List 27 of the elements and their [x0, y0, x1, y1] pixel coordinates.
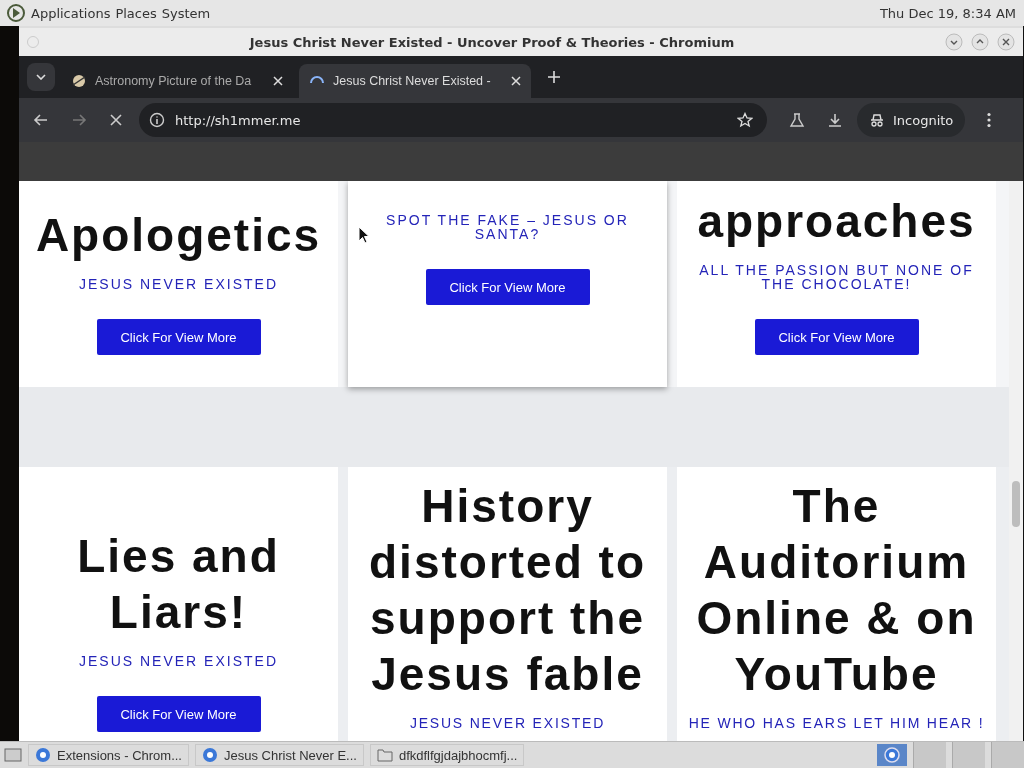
view-more-button[interactable]: Click For View More [96, 319, 261, 355]
incognito-button[interactable]: Incognito [857, 103, 966, 137]
browser-tab[interactable]: Jesus Christ Never Existed - [299, 64, 531, 98]
card-subtitle: SPOT THE FAKE – JESUS OR SANTA? [385, 213, 630, 241]
view-more-button[interactable]: Click For View More [754, 319, 919, 355]
panel-menu[interactable]: System [161, 5, 211, 21]
panel-menu[interactable]: Applications [31, 5, 111, 21]
card-subtitle: HE WHO HAS EARS LET HIM HEAR ! [687, 716, 986, 730]
window-title: Jesus Christ Never Existed - Uncover Proof & Theories - Chromium [248, 34, 736, 50]
taskbar-item[interactable]: Extensions - Chrom... [28, 744, 189, 766]
taskbar-item[interactable]: dfkdflfgjdajbhocmfj... [369, 744, 525, 766]
card-subtitle: JESUS NEVER EXISTED [77, 277, 279, 291]
panel-menu[interactable]: Places [115, 5, 157, 21]
view-more-button[interactable]: Click For View More [425, 269, 590, 305]
card-subtitle: JESUS NEVER EXISTED [77, 654, 279, 668]
card-heading: Lies and Liars! [76, 529, 281, 640]
card-heading: Apologetics [34, 208, 323, 263]
clock[interactable]: Thu Dec 19, 8:34 AM [879, 5, 1016, 21]
taskbar-item[interactable]: Jesus Christ Never E... [195, 744, 364, 766]
card-heading: The Auditorium Online & on YouTube [695, 479, 978, 702]
card-heading: approaches [696, 194, 977, 249]
view-more-button[interactable]: Click For View More [96, 696, 261, 732]
browser-tab[interactable]: Astronomy Picture of the Da [61, 64, 293, 98]
card-heading: History distorted to support the Jesus fable [368, 479, 647, 702]
address-bar[interactable]: http://sh1mmer.me [139, 103, 767, 137]
card-subtitle: ALL THE PASSION BUT NONE OF THE CHOCOLATE! [698, 263, 975, 291]
card-subtitle: JESUS NEVER EXISTED [408, 716, 607, 730]
